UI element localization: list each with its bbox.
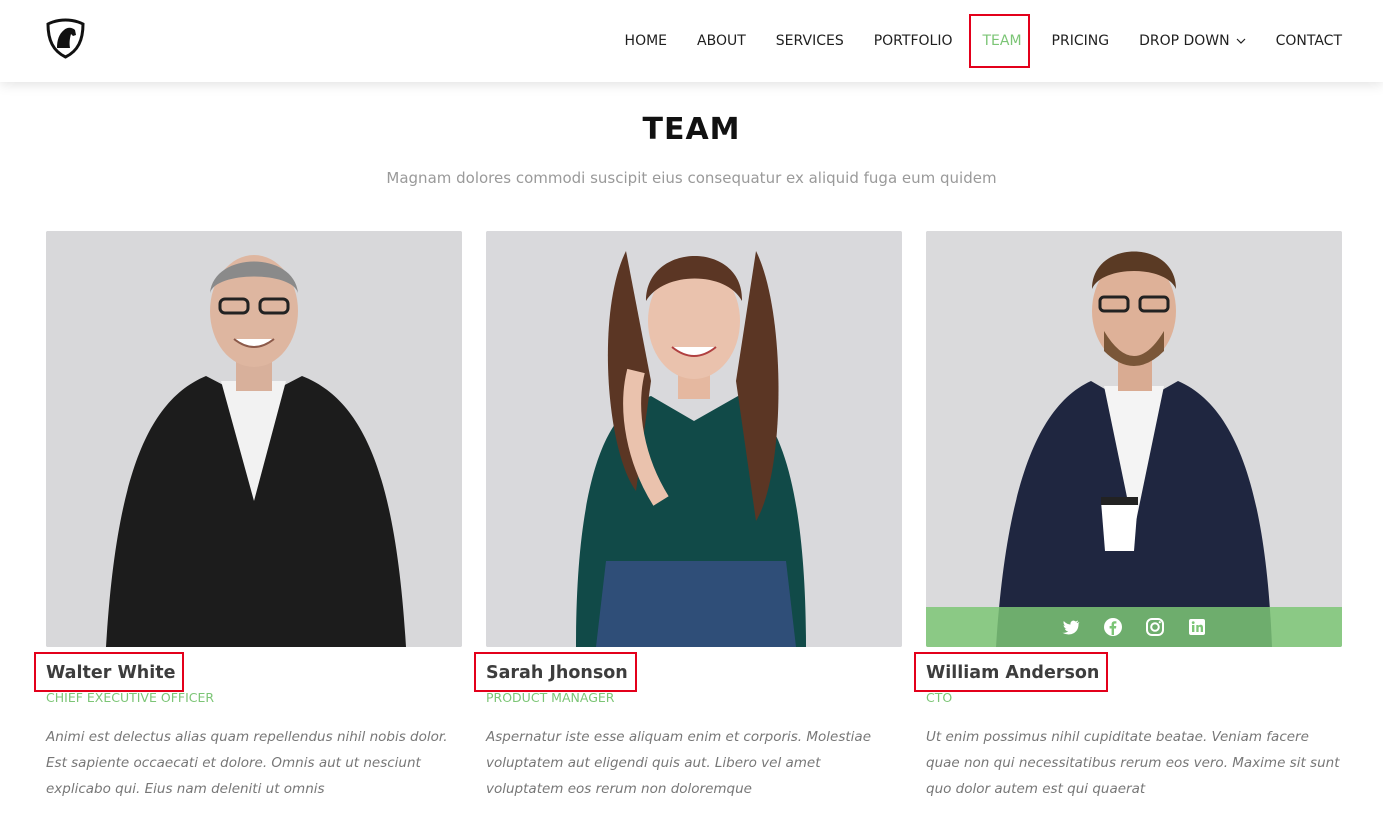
nav-label: PORTFOLIO (873, 33, 953, 49)
social-links-overlay (926, 607, 1342, 647)
nav-label: PRICING (1051, 33, 1110, 49)
nav-label: ABOUT (697, 33, 746, 49)
member-name: Walter White (34, 652, 185, 692)
nav-portfolio[interactable]: PORTFOLIO (874, 33, 953, 49)
member-name: Sarah Jhonson (474, 652, 637, 692)
chevron-down-icon (1236, 38, 1246, 44)
team-member-card: William Anderson CTO Ut enim possimus ni… (914, 231, 1342, 802)
nav-pricing[interactable]: PRICING (1052, 33, 1110, 49)
man-portrait-image (926, 231, 1342, 647)
member-description: Animi est delectus alias quam repellendu… (46, 729, 448, 797)
section-subtitle: Magnam dolores commodi suscipit eius con… (386, 169, 997, 187)
highlight-box (34, 652, 185, 692)
nav-label: SERVICES (775, 33, 844, 49)
nav-about[interactable]: ABOUT (697, 33, 746, 49)
nav-label: CONTACT (1275, 33, 1342, 49)
member-role: CHIEF EXECUTIVE OFFICER (46, 690, 215, 705)
nav-services[interactable]: SERVICES (776, 33, 844, 49)
facebook-icon[interactable] (1103, 617, 1123, 637)
member-role: PRODUCT MANAGER (486, 690, 615, 705)
site-header: HOME ABOUT SERVICES PORTFOLIO TEAM PRICI… (0, 0, 1383, 82)
twitter-icon[interactable] (1061, 617, 1081, 637)
section-title: TEAM (642, 112, 741, 147)
nav-home[interactable]: HOME (625, 33, 667, 49)
member-role: CTO (926, 690, 953, 705)
member-photo (486, 231, 902, 647)
horse-head-shield-icon[interactable] (45, 18, 86, 59)
member-photo (46, 231, 462, 647)
nav-label: DROP DOWN (1139, 33, 1230, 49)
member-name: William Anderson (914, 652, 1109, 692)
highlight-box (474, 652, 637, 692)
nav-team[interactable]: TEAM (969, 14, 1030, 68)
highlight-box (914, 652, 1109, 692)
team-member-card: Walter White CHIEF EXECUTIVE OFFICER Ani… (34, 231, 462, 802)
member-photo (926, 231, 1342, 647)
linkedin-icon[interactable] (1187, 617, 1207, 637)
member-description: Aspernatur iste esse aliquam enim et cor… (486, 729, 872, 797)
team-member-card: Sarah Jhonson PRODUCT MANAGER Aspernatur… (474, 231, 902, 802)
nav-dropdown[interactable]: DROP DOWN (1139, 33, 1246, 49)
nav-contact[interactable]: CONTACT (1276, 33, 1342, 49)
nav-label: HOME (624, 33, 668, 49)
man-portrait-image (46, 231, 462, 647)
highlight-box (969, 14, 1030, 68)
instagram-icon[interactable] (1145, 617, 1165, 637)
woman-portrait-image (486, 231, 902, 647)
member-description: Ut enim possimus nihil cupiditate beatae… (926, 729, 1340, 797)
main-nav: HOME ABOUT SERVICES PORTFOLIO TEAM PRICI… (595, 0, 1342, 82)
